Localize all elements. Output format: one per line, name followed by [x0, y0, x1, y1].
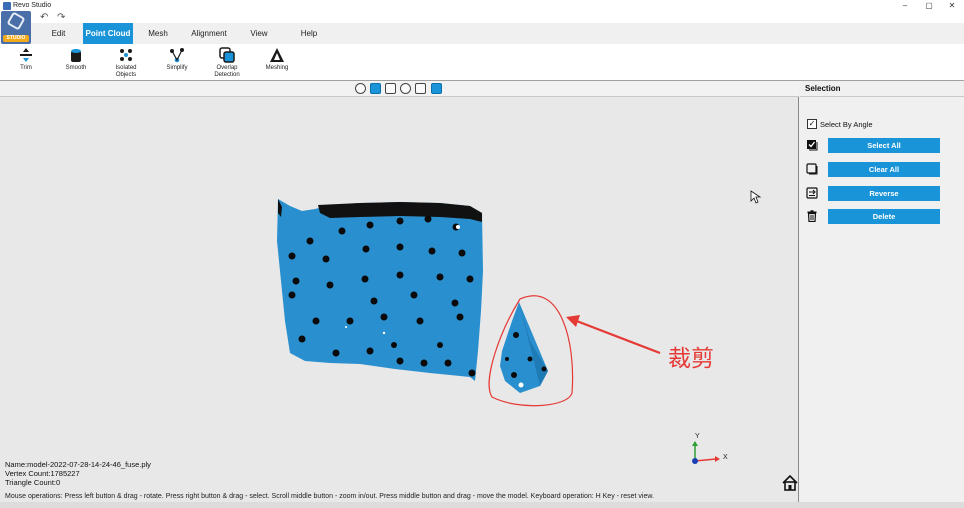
axis-x-label: X	[723, 454, 728, 461]
trim-label: Trim	[20, 65, 32, 71]
home-view-icon[interactable]	[782, 474, 798, 491]
logo-hex-icon	[6, 11, 26, 31]
isolated-objects-label: Isolated Objects	[115, 65, 137, 78]
clear-all-button[interactable]: Clear All	[828, 162, 940, 177]
meshing-icon	[270, 48, 284, 62]
trim-icon	[20, 48, 32, 62]
app-logo[interactable]: STUDIO	[1, 11, 31, 44]
overlap-detection-label: Overlap Detection	[214, 65, 240, 78]
menu-view[interactable]: View	[242, 23, 276, 44]
smooth-icon	[71, 49, 81, 62]
close-button[interactable]: ✕	[945, 1, 959, 11]
smooth-label: Smooth	[65, 65, 87, 71]
menu-edit[interactable]: Edit	[41, 23, 76, 44]
simplify-icon	[170, 48, 184, 63]
trash-icon	[807, 210, 817, 222]
overlap-detection-button[interactable]: Overlap Detection	[205, 46, 249, 81]
clear-all-icon	[806, 163, 818, 175]
axis-gizmo: Y X	[692, 433, 728, 464]
meshing-button[interactable]: Meshing	[255, 46, 299, 81]
mouse-operations-hint: Mouse operations: Press left button & dr…	[5, 493, 654, 500]
selection-panel: Selection ✓ Select By Angle Select All C…	[800, 81, 964, 502]
ribbon-toolbar: Trim Smooth Isolated Objects Simplify Ov…	[0, 44, 964, 81]
panel-title: Selection	[805, 84, 841, 93]
delete-button[interactable]: Delete	[828, 209, 940, 224]
smooth-button[interactable]: Smooth	[54, 46, 98, 81]
select-by-angle-label: Select By Angle	[820, 120, 873, 129]
app-window: Revo Studio – ▢ ✕ ↶ ↷ STUDIO Edit Point …	[0, 0, 964, 508]
triangle-count-info: Triangle Count:0	[5, 478, 61, 487]
annotation-arrow	[573, 318, 661, 355]
simplify-button[interactable]: Simplify	[155, 46, 199, 81]
axis-y-label: Y	[695, 433, 700, 440]
meshing-label: Meshing	[265, 65, 289, 71]
select-all-button[interactable]: Select All	[828, 138, 940, 153]
menu-mesh[interactable]: Mesh	[140, 23, 176, 44]
model-name-info: Name:model-2022-07-28-14-24-46_fuse.ply	[5, 460, 151, 469]
isolated-objects-icon	[120, 49, 132, 61]
quick-access-bar: ↶ ↷	[0, 12, 964, 23]
menu-point-cloud[interactable]: Point Cloud	[83, 23, 133, 44]
bottom-strip	[0, 502, 964, 508]
trim-button[interactable]: Trim	[4, 46, 48, 81]
select-by-angle-checkbox[interactable]: ✓	[807, 119, 817, 129]
window-title: Revo Studio	[13, 2, 52, 9]
undo-button[interactable]: ↶	[40, 12, 48, 23]
redo-button[interactable]: ↷	[57, 12, 65, 23]
select-all-icon	[807, 140, 818, 151]
minimize-button[interactable]: –	[898, 1, 912, 11]
vertex-count-info: Vertex Count:1785227	[5, 469, 80, 478]
board-point-cloud	[277, 199, 483, 381]
menu-help[interactable]: Help	[292, 23, 326, 44]
menu-bar: Edit Point Cloud Mesh Alignment View Hel…	[32, 23, 964, 44]
menu-alignment[interactable]: Alignment	[184, 23, 234, 44]
pyramid-highlight	[518, 382, 524, 388]
3d-viewport[interactable]: 裁剪 Y X Name:model-2022-07-28-14-24-46_fu…	[0, 81, 799, 502]
simplify-label: Simplify	[166, 65, 188, 71]
panel-header: Selection	[800, 81, 964, 97]
maximize-button[interactable]: ▢	[922, 1, 936, 11]
logo-badge: STUDIO	[3, 35, 29, 42]
mouse-cursor-icon	[750, 190, 762, 204]
isolated-objects-button[interactable]: Isolated Objects	[104, 46, 148, 81]
app-icon	[3, 2, 11, 10]
scene-canvas[interactable]: 裁剪 Y X	[0, 81, 799, 502]
overlap-detection-icon	[219, 47, 235, 63]
annotation-text: 裁剪	[668, 346, 714, 372]
reverse-button[interactable]: Reverse	[828, 186, 940, 201]
title-bar: Revo Studio – ▢ ✕	[0, 0, 964, 12]
annotation-arrow-head	[566, 315, 580, 327]
reverse-icon	[806, 187, 818, 199]
